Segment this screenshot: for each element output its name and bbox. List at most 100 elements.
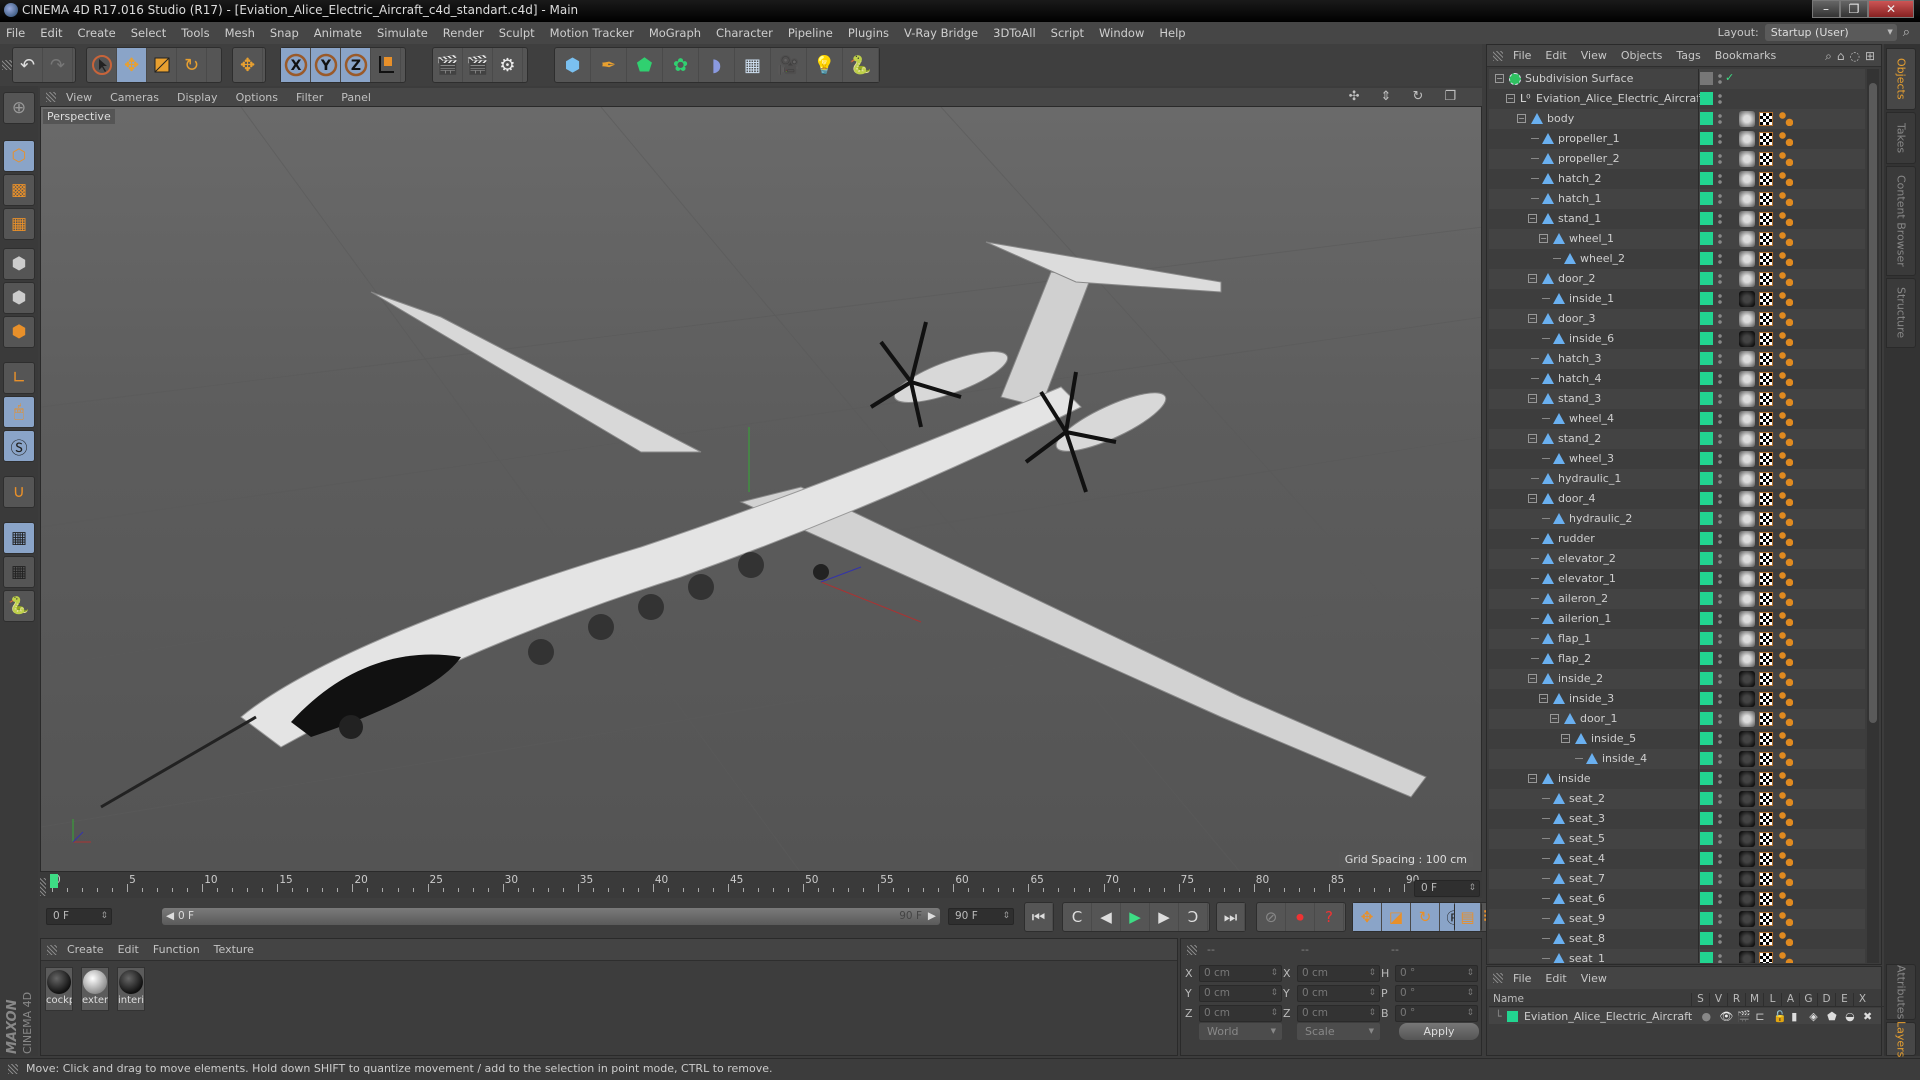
object-name[interactable]: aileron_2 [1558,592,1608,605]
expand-toggle-icon[interactable]: − [1550,714,1559,723]
tab-structure[interactable]: Structure [1886,278,1916,348]
menu-3dtoall[interactable]: 3DToAll [993,26,1036,40]
scale-icon[interactable] [147,48,177,82]
object-name[interactable]: wheel_4 [1569,412,1614,425]
previous-key-icon[interactable]: C [1063,903,1092,931]
menu-create[interactable]: Create [78,26,116,40]
layer-color-swatch[interactable] [1700,112,1713,125]
uvw-tag-icon[interactable] [1759,192,1773,206]
object-row[interactable]: aileron_2 [1489,589,1865,609]
play-icon[interactable]: ▶ [1121,903,1150,931]
preview-range-slider[interactable]: ◀ 0 F 90 F ▶ [162,908,940,925]
phong-tag-icon[interactable] [1779,552,1793,566]
material-tag-icon[interactable] [1739,951,1755,963]
object-row[interactable]: propeller_1 [1489,129,1865,149]
pan-icon[interactable]: ✣ [1349,89,1360,104]
object-row[interactable]: − Subdivision Surface ✓ [1489,69,1865,89]
visibility-dots[interactable] [1718,893,1722,905]
object-row[interactable]: − door_1 [1489,709,1865,729]
visibility-dots[interactable] [1718,613,1722,625]
material-swatch[interactable]: interi [117,967,145,1011]
y-axis-lock-icon[interactable]: Y [311,48,341,82]
menu-motion-tracker[interactable]: Motion Tracker [550,26,634,40]
visibility-dots[interactable] [1718,293,1722,305]
visibility-dots[interactable] [1718,233,1722,245]
layer-color-swatch[interactable] [1700,292,1713,305]
object-name[interactable]: inside [1558,772,1591,785]
material-tag-icon[interactable] [1739,551,1755,567]
pen-spline-icon[interactable]: ✒ [591,48,627,82]
visibility-dots[interactable] [1718,173,1722,185]
minimize-button[interactable]: – [1812,0,1840,18]
phong-tag-icon[interactable] [1779,892,1793,906]
uvw-tag-icon[interactable] [1759,572,1773,586]
visibility-dots[interactable] [1718,253,1722,265]
uvw-tag-icon[interactable] [1759,492,1773,506]
render-settings-icon[interactable]: ⚙ [493,48,523,82]
layer-color-swatch[interactable] [1700,252,1713,265]
material-tag-icon[interactable] [1739,911,1755,927]
layer-color-swatch[interactable] [1700,272,1713,285]
material-tag-icon[interactable] [1739,491,1755,507]
viewport-menu-panel[interactable]: Panel [341,91,371,104]
object-row[interactable]: rudder [1489,529,1865,549]
material-tag-icon[interactable] [1739,631,1755,647]
material-menu-texture[interactable]: Texture [214,943,254,956]
uvw-tag-icon[interactable] [1759,752,1773,766]
phong-tag-icon[interactable] [1779,112,1793,126]
object-row[interactable]: seat_9 [1489,909,1865,929]
layer-color-swatch[interactable] [1700,312,1713,325]
material-tag-icon[interactable] [1739,351,1755,367]
layer-color-swatch[interactable] [1700,612,1713,625]
timeline-icon[interactable]: ▤ [1455,903,1481,931]
uvw-tag-icon[interactable] [1759,652,1773,666]
phong-tag-icon[interactable] [1779,612,1793,626]
visibility-dots[interactable] [1718,473,1722,485]
object-name[interactable]: door_4 [1558,492,1595,505]
visibility-dots[interactable] [1718,873,1722,885]
next-frame-icon[interactable]: ▶ [1150,903,1179,931]
layer-column-s[interactable]: S [1691,993,1709,1006]
object-name[interactable]: seat_8 [1569,932,1605,945]
menu-plugins[interactable]: Plugins [848,26,889,40]
object-name[interactable]: Eviation_Alice_Electric_Aircraft [1536,92,1704,105]
cfld-rot-h[interactable]: 0 ° [1395,965,1478,982]
visibility-dots[interactable] [1718,833,1722,845]
object-name[interactable]: flap_2 [1558,652,1591,665]
object-row[interactable]: − door_4 [1489,489,1865,509]
material-tag-icon[interactable] [1739,331,1755,347]
object-name[interactable]: elevator_2 [1558,552,1616,565]
visibility-dots[interactable] [1718,313,1722,325]
redo-icon[interactable]: ↷ [43,48,73,82]
object-menu-edit[interactable]: Edit [1545,49,1566,62]
menu-pipeline[interactable]: Pipeline [788,26,833,40]
uvw-tag-icon[interactable] [1759,952,1773,963]
material-tag-icon[interactable] [1739,871,1755,887]
material-tag-icon[interactable] [1739,431,1755,447]
uvw-tag-icon[interactable] [1759,112,1773,126]
polygons-mode-icon[interactable]: ⬢ [3,316,35,348]
phong-tag-icon[interactable] [1779,512,1793,526]
visibility-dots[interactable] [1718,413,1722,425]
menu-render[interactable]: Render [443,26,484,40]
layer-column-d[interactable]: D [1817,993,1835,1006]
layer-column-e[interactable]: E [1835,993,1853,1006]
uvw-tag-icon[interactable] [1759,712,1773,726]
visibility-dots[interactable] [1718,653,1722,665]
visibility-dots[interactable] [1718,513,1722,525]
edges-mode-icon[interactable]: ⬢ [3,282,35,314]
previous-frame-icon[interactable]: ◀ [1092,903,1121,931]
uvw-tag-icon[interactable] [1759,432,1773,446]
expand-toggle-icon[interactable]: − [1506,94,1515,103]
uvw-tag-icon[interactable] [1759,452,1773,466]
phong-tag-icon[interactable] [1779,312,1793,326]
expand-toggle-icon[interactable]: − [1528,494,1537,503]
python-icon[interactable]: 🐍 [3,590,35,622]
visibility-dots[interactable] [1718,693,1722,705]
scrub-right-arrow-icon[interactable]: ▶ [928,908,936,925]
eye-icon[interactable]: ◌ [1849,49,1859,64]
object-name[interactable]: body [1547,112,1574,125]
material-tag-icon[interactable] [1739,171,1755,187]
visibility-dots[interactable] [1718,793,1722,805]
object-row[interactable]: wheel_4 [1489,409,1865,429]
